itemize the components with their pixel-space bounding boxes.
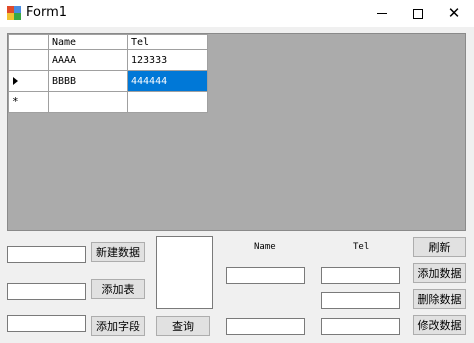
row-header-current[interactable] [8, 70, 49, 92]
add-table-button[interactable]: 添加表 [91, 279, 145, 299]
grid-corner-header[interactable] [8, 34, 49, 50]
row-header-new[interactable]: * [8, 91, 49, 113]
edit-tel-input[interactable] [321, 318, 400, 335]
grid-cell-tel[interactable]: 123333 [127, 49, 208, 71]
maximize-button[interactable] [400, 0, 436, 27]
form-app-icon [7, 6, 21, 20]
new-data-button[interactable]: 新建数据 [91, 242, 145, 262]
minimize-button[interactable] [364, 0, 400, 27]
grid-cell-tel-selected[interactable]: 444444 [127, 70, 208, 92]
close-icon: ✕ [447, 4, 461, 22]
data-grid[interactable]: Name Tel AAAA 123333 BBBB 444444 * [7, 33, 466, 231]
name-input[interactable] [226, 267, 305, 284]
edit-data-button[interactable]: 修改数据 [413, 315, 466, 335]
add-data-button[interactable]: 添加数据 [413, 263, 466, 283]
minimize-icon [377, 13, 387, 14]
column-header-tel[interactable]: Tel [127, 34, 208, 50]
tel-input[interactable] [321, 267, 400, 284]
add-field-button[interactable]: 添加字段 [91, 316, 145, 336]
list-box[interactable] [156, 236, 213, 309]
title-bar: Form1 ✕ [0, 0, 474, 27]
maximize-icon [413, 8, 423, 19]
close-button[interactable]: ✕ [436, 0, 472, 27]
tel-label: Tel [353, 242, 370, 252]
grid-cell-name[interactable]: BBBB [48, 70, 128, 92]
column-header-name[interactable]: Name [48, 34, 128, 50]
edit-name-input[interactable] [226, 318, 305, 335]
grid-cell-new-tel[interactable] [127, 91, 208, 113]
current-row-arrow-icon [13, 77, 18, 85]
name-label: Name [254, 242, 276, 252]
grid-cell-new-name[interactable] [48, 91, 128, 113]
new-row-star-icon: * [12, 95, 19, 108]
row-header[interactable] [8, 49, 49, 71]
window-title: Form1 [26, 5, 68, 20]
add-field-input[interactable] [7, 315, 86, 332]
query-button[interactable]: 查询 [156, 316, 210, 336]
refresh-button[interactable]: 刷新 [413, 237, 466, 257]
delete-data-button[interactable]: 删除数据 [413, 289, 466, 309]
add-table-input[interactable] [7, 283, 86, 300]
grid-cell-name[interactable]: AAAA [48, 49, 128, 71]
delete-input[interactable] [321, 292, 400, 309]
new-data-input[interactable] [7, 246, 86, 263]
